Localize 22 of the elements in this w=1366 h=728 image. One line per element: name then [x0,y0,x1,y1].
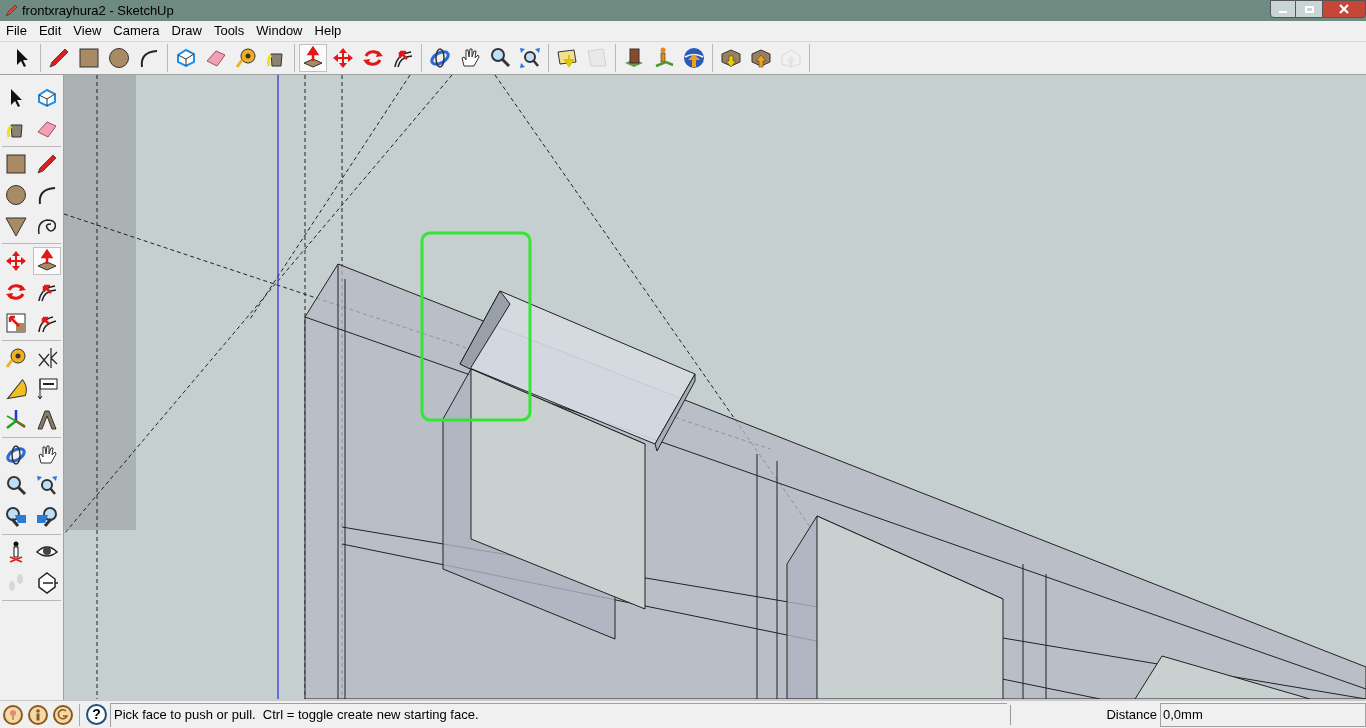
close-button[interactable] [1322,0,1366,18]
close-icon [1339,4,1349,14]
menu-item[interactable]: Tools [207,21,251,41]
menu-item[interactable]: Window [250,21,309,41]
menu-item[interactable]: File [0,21,33,41]
help-button[interactable]: ? [86,704,107,725]
menu-item[interactable]: Edit [32,21,68,41]
menu-item[interactable]: Help [308,21,348,41]
location-pin-icon[interactable] [3,704,23,725]
push-pull-icon[interactable] [33,247,61,275]
minimize-button[interactable] [1270,0,1296,18]
measurement-label: Distance [1106,705,1157,724]
measurement-field[interactable]: 0,0mm [1160,702,1366,727]
pencil-icon [4,3,18,18]
restore-button[interactable] [1296,0,1322,18]
status-message: Pick face to push or pull. Ctrl = toggle create new starting face. [110,702,1007,727]
push-pull-icon[interactable] [299,44,327,72]
menu-item[interactable]: Camera [107,21,166,41]
menu-item[interactable]: Draw [165,21,208,41]
sign-in-icon[interactable] [53,704,73,725]
window-title: frontxrayhura2 - SketchUp [22,1,174,20]
menu-item[interactable]: View [67,21,108,41]
